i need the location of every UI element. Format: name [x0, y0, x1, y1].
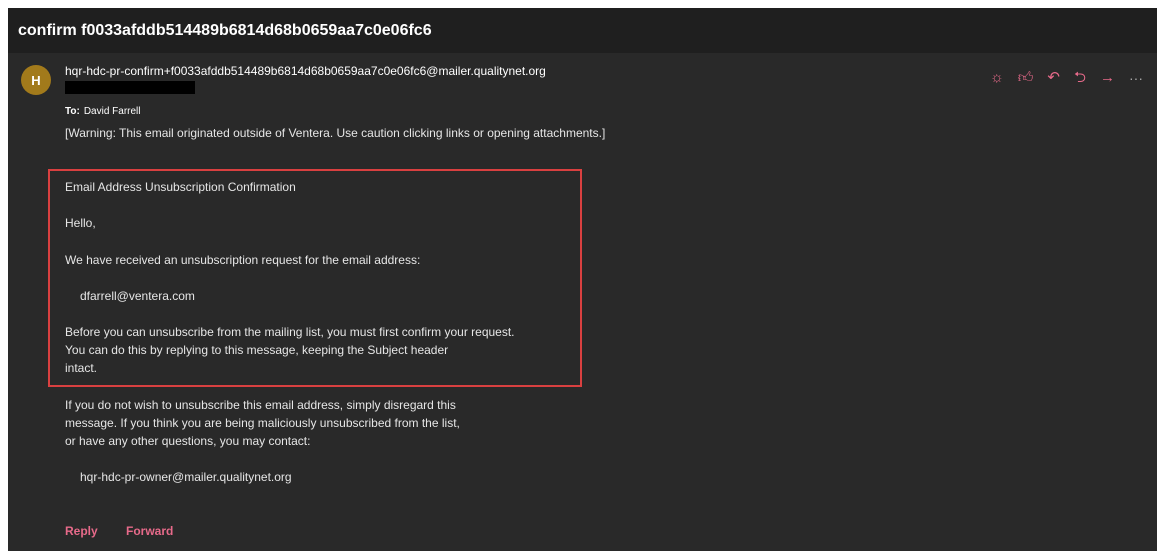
thumbs-up-icon[interactable]: 👍︎ — [1018, 70, 1034, 85]
external-warning: [Warning: This email originated outside … — [65, 126, 606, 140]
disregard-text-line-3: or have any other questions, you may con… — [65, 434, 311, 448]
reply-all-icon[interactable]: ⮌ — [1074, 70, 1086, 85]
sender-address[interactable]: hqr-hdc-pr-confirm+f0033afddb514489b6814… — [65, 64, 546, 78]
confirm-text-line-2: You can do this by replying to this mess… — [65, 343, 449, 357]
to-label: To: — [65, 106, 80, 117]
received-text: We have received an unsubscription reque… — [65, 253, 421, 267]
confirm-text-line-1: Before you can unsubscribe from the mail… — [65, 325, 515, 339]
disregard-text-line-1: If you do not wish to unsubscribe this e… — [65, 398, 456, 412]
box-title: Email Address Unsubscription Confirmatio… — [65, 180, 296, 194]
unsubscribed-email[interactable]: dfarrell@ventera.com — [80, 289, 195, 303]
recipient-name[interactable]: David Farrell — [84, 106, 141, 117]
recipient-line: To: David Farrell — [65, 106, 141, 117]
forward-icon[interactable]: → — [1100, 70, 1115, 85]
disregard-text-line-2: message. If you think you are being mali… — [65, 416, 460, 430]
confirm-text-line-3: intact. — [65, 361, 98, 375]
more-icon[interactable]: ··· — [1129, 71, 1143, 85]
email-window: confirm f0033afddb514489b6814d68b0659aa7… — [8, 8, 1157, 551]
reply-icon[interactable]: ↶ — [1047, 70, 1060, 85]
greeting: Hello, — [65, 216, 96, 230]
redacted-block — [65, 81, 195, 94]
email-subject: confirm f0033afddb514489b6814d68b0659aa7… — [8, 8, 1157, 53]
owner-email[interactable]: hqr-hdc-pr-owner@mailer.qualitynet.org — [80, 470, 292, 484]
message-actions: ☼ 👍︎ ↶ ⮌ → ··· — [990, 70, 1143, 85]
reply-button[interactable]: Reply — [65, 524, 98, 538]
forward-button[interactable]: Forward — [126, 524, 173, 538]
sun-icon[interactable]: ☼ — [990, 70, 1004, 85]
sender-avatar[interactable]: H — [21, 65, 51, 95]
